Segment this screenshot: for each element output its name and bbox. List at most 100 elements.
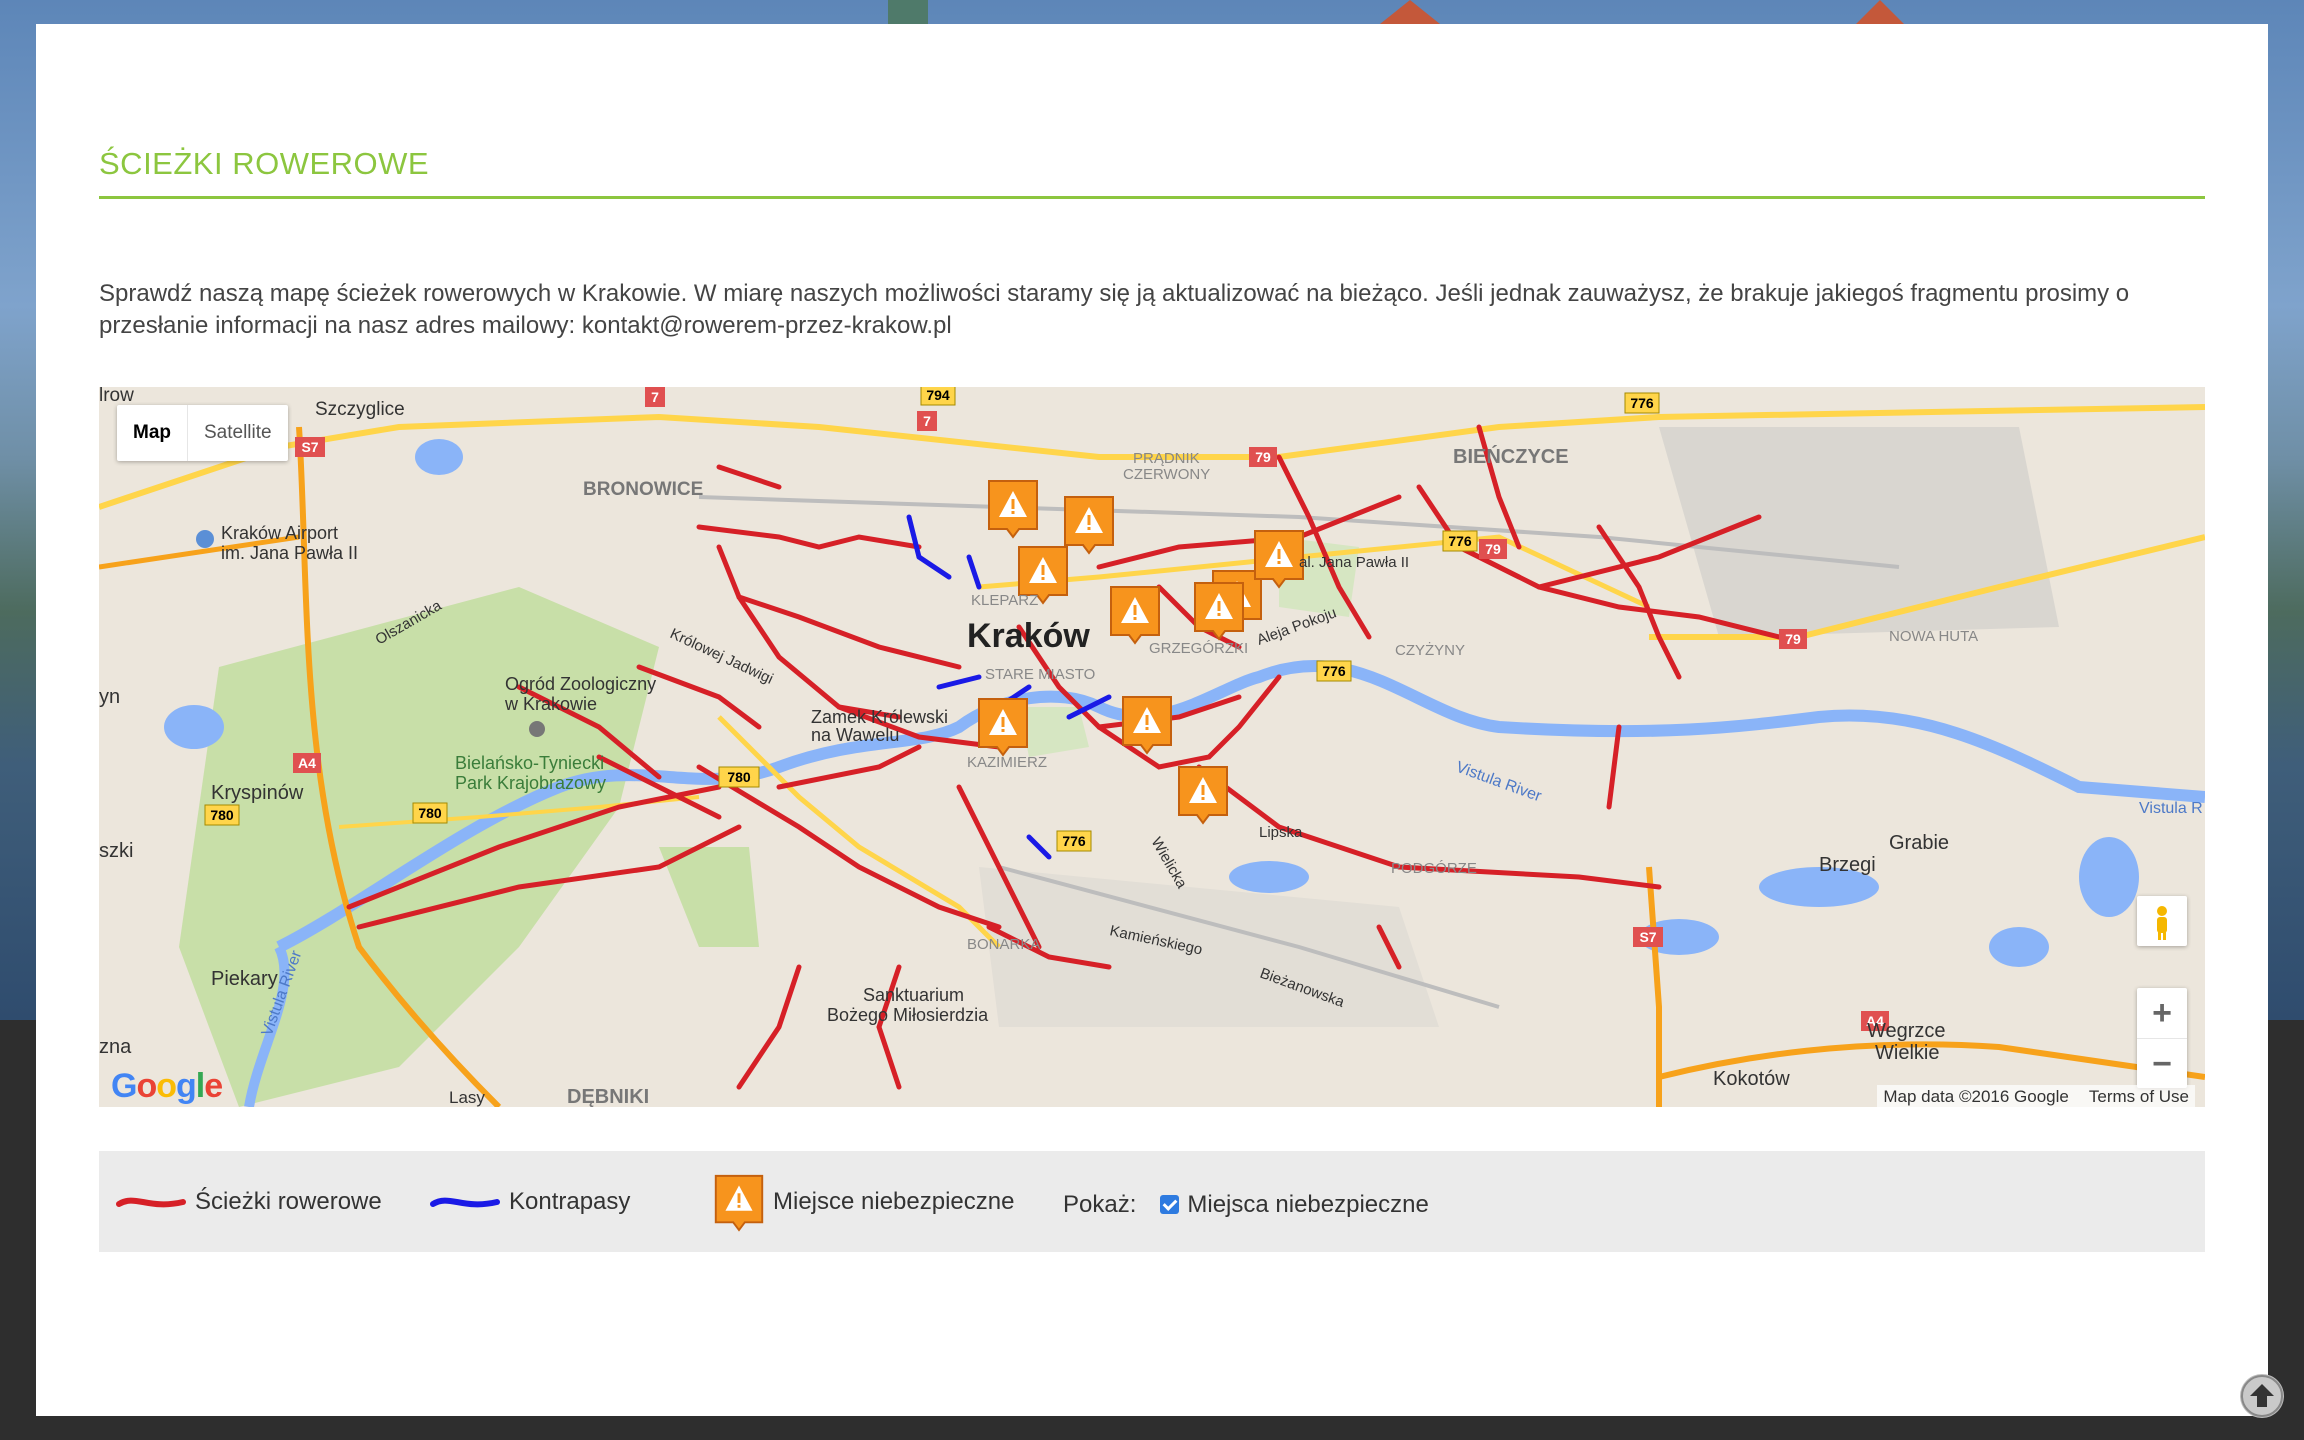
terms-of-use-link[interactable]: Terms of Use bbox=[2089, 1087, 2189, 1106]
map-label: KLEPARZ bbox=[971, 592, 1038, 609]
map-label: Zamek Królewski bbox=[811, 707, 948, 727]
street-view-pegman-icon[interactable] bbox=[2137, 896, 2187, 946]
map-label: na Wawelu bbox=[811, 725, 899, 745]
map-label: Wegrzce bbox=[1867, 1020, 1946, 1042]
blue-line-icon bbox=[430, 1197, 500, 1207]
map-label: szki bbox=[99, 840, 133, 862]
google-logo: Google bbox=[111, 1067, 223, 1105]
road-shield: 794 bbox=[926, 387, 950, 403]
intro-text: Sprawdź naszą mapę ścieżek rowerowych w … bbox=[99, 280, 2130, 339]
map-label: NOWA HUTA bbox=[1889, 628, 1978, 645]
road-shield: 780 bbox=[210, 807, 234, 823]
legend-label: Kontrapasy bbox=[509, 1187, 631, 1215]
lake bbox=[1229, 861, 1309, 893]
map-label: w Krakowie bbox=[504, 694, 597, 714]
lake bbox=[2079, 837, 2139, 917]
urban-area bbox=[979, 867, 1439, 1027]
lake bbox=[415, 439, 463, 475]
map-label: im. Jana Pawła II bbox=[221, 543, 358, 563]
bike-map[interactable]: 794 776 776 776 776 780 780 780 79 79 79… bbox=[99, 387, 2205, 1107]
map-label: STARE MIASTO bbox=[985, 666, 1095, 683]
map-label: PRĄDNIK bbox=[1133, 450, 1200, 467]
map-data-credit: Map data ©2016 Google bbox=[1883, 1087, 2069, 1106]
contraflow-paths bbox=[906, 514, 1112, 860]
map-type-control: Map Satellite bbox=[117, 405, 288, 461]
danger-marker-icon bbox=[1178, 766, 1228, 825]
map-label: BRONOWICE bbox=[583, 479, 703, 500]
road-shield: 780 bbox=[418, 805, 442, 821]
danger-places-checkbox[interactable] bbox=[1160, 1195, 1180, 1214]
content-card: ŚCIEŻKI ROWEROWE Sprawdź naszą mapę ście… bbox=[36, 24, 2268, 1416]
road-shield: 79 bbox=[1255, 449, 1271, 465]
road-shield: S7 bbox=[301, 439, 318, 455]
map-label: Kryspinów bbox=[211, 782, 304, 804]
show-label: Pokaż: bbox=[1063, 1190, 1137, 1218]
danger-marker-icon bbox=[1122, 696, 1172, 755]
legend-item-contraflow: Kontrapasy bbox=[429, 1151, 630, 1252]
danger-marker-icon bbox=[1064, 496, 1114, 555]
zoom-out-button[interactable]: − bbox=[2137, 1039, 2187, 1089]
road-shield: 7 bbox=[923, 413, 931, 429]
map-label: KAZIMIERZ bbox=[967, 754, 1047, 771]
map-label: Aleja Pokoju bbox=[1255, 604, 1339, 648]
map-label: Sanktuarium bbox=[863, 985, 964, 1005]
page-title: ŚCIEŻKI ROWEROWE bbox=[99, 146, 430, 181]
map-label: Królowej Jadwigi bbox=[667, 625, 775, 688]
lake bbox=[1989, 927, 2049, 967]
map-label: Vistula River bbox=[1454, 759, 1545, 806]
map-canvas[interactable]: 794 776 776 776 776 780 780 780 79 79 79… bbox=[99, 387, 2205, 1107]
zoom-in-button[interactable]: + bbox=[2137, 988, 2187, 1039]
danger-marker-icon bbox=[1110, 586, 1160, 645]
road-shield: 776 bbox=[1322, 663, 1346, 679]
map-label: Bożego Miłosierdzia bbox=[827, 1005, 989, 1025]
danger-marker-icon bbox=[1254, 530, 1304, 589]
map-label: Piekary bbox=[211, 968, 278, 990]
map-label: Wielicka bbox=[1148, 835, 1191, 892]
map-label: CZERWONY bbox=[1123, 466, 1210, 483]
map-label: PODGÓRZE bbox=[1391, 860, 1477, 877]
danger-marker-icon bbox=[988, 480, 1038, 539]
road-shield: 776 bbox=[1630, 395, 1654, 411]
checkbox-label[interactable]: Miejsca niebezpieczne bbox=[1187, 1191, 1428, 1219]
road-shield: 776 bbox=[1062, 833, 1086, 849]
map-label: Lipska bbox=[1259, 824, 1303, 841]
map-label: zna bbox=[99, 1036, 132, 1058]
map-label: Szczyglice bbox=[315, 399, 405, 420]
lake bbox=[164, 705, 224, 749]
legend-show-filter: Pokaż: Miejsca niebezpieczne bbox=[1063, 1154, 1429, 1255]
road-shield: 780 bbox=[727, 769, 751, 785]
map-label: Vistula R bbox=[2139, 800, 2203, 817]
map-label: DĘBNIKI bbox=[567, 1086, 649, 1107]
legend-item-danger: Miejsce niebezpieczne bbox=[713, 1151, 1014, 1252]
scroll-to-top-button[interactable] bbox=[2240, 1374, 2284, 1418]
map-label-city: Kraków bbox=[967, 617, 1090, 655]
map-label: al. Jana Pawła II bbox=[1299, 554, 1409, 571]
road-shield: 79 bbox=[1785, 631, 1801, 647]
road-shield: 776 bbox=[1448, 533, 1472, 549]
danger-marker-icon bbox=[978, 698, 1028, 757]
map-attribution: Map data ©2016 Google Terms of Use bbox=[1877, 1085, 2195, 1107]
legend-label: Ścieżki rowerowe bbox=[195, 1187, 382, 1215]
danger-marker-icon bbox=[1194, 582, 1244, 641]
legend-label: Miejsce niebezpieczne bbox=[773, 1187, 1015, 1215]
airport-icon bbox=[196, 530, 214, 548]
map-legend: Ścieżki rowerowe Kontrapasy Miejsce nieb… bbox=[99, 1151, 2205, 1252]
map-label: BIEŃCZYCE bbox=[1453, 445, 1569, 468]
map-label: GRZEGÓRZKI bbox=[1149, 640, 1248, 657]
map-label: Bielańsko-Tyniecki bbox=[455, 753, 604, 773]
road-shield: A4 bbox=[298, 755, 316, 771]
map-label: lrow bbox=[99, 387, 134, 406]
red-line-icon bbox=[116, 1197, 186, 1207]
map-label: Grabie bbox=[1889, 832, 1949, 854]
map-type-map-button[interactable]: Map bbox=[117, 405, 188, 461]
legend-item-bike-paths: Ścieżki rowerowe bbox=[115, 1151, 382, 1252]
map-label: CZYŻYNY bbox=[1395, 641, 1465, 659]
zoo-icon bbox=[529, 721, 545, 737]
zoom-control: + − bbox=[2137, 988, 2187, 1088]
map-label: Ogród Zoologiczny bbox=[505, 674, 656, 694]
map-type-satellite-button[interactable]: Satellite bbox=[188, 405, 288, 461]
map-label: Kokotów bbox=[1713, 1068, 1790, 1090]
road-shield: S7 bbox=[1639, 929, 1656, 945]
road-shield: 79 bbox=[1485, 541, 1501, 557]
park-area bbox=[179, 587, 659, 1107]
